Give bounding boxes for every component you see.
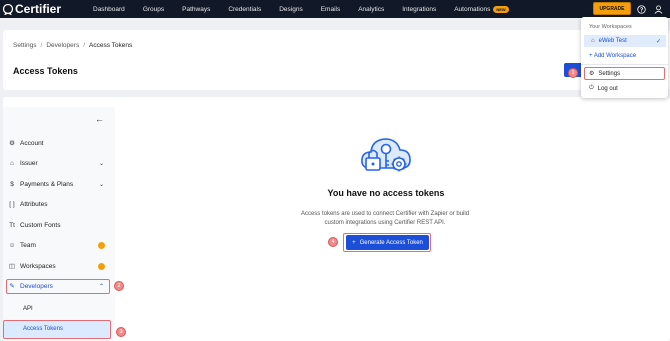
premium-badge-icon [98,241,105,249]
nav-designs[interactable]: Designs [279,6,302,13]
sidebar-item-workspaces[interactable]: ◫ Workspaces [8,259,110,273]
dropdown-logout-label: Log out [597,85,618,92]
empty-state-description: Access tokens are used to connect Certif… [300,211,470,226]
breadcrumb-settings[interactable]: Settings [13,42,37,49]
empty-state-title: You have no access tokens [327,188,445,198]
sidebar-item-label: Issuer [20,159,38,167]
user-icon[interactable] [653,4,663,14]
sidebar-item-custom-fonts[interactable]: Tt Custom Fonts [8,218,110,232]
team-icon: ☺ [8,241,16,249]
sidebar-item-attributes[interactable]: [ ] Attributes [8,197,110,211]
highlight-generate-button [343,233,431,252]
new-badge: NEW [493,5,509,13]
highlight-developers [6,279,110,294]
brand-name: Certifier [15,2,62,16]
sidebar-item-label: Team [20,241,36,249]
sidebar-item-account[interactable]: ⚙ Account [8,136,110,150]
breadcrumb-separator: / [83,42,86,49]
logo-icon [2,3,14,15]
nav-credentials[interactable]: Credentials [228,6,261,13]
breadcrumb-separator: / [40,42,43,49]
chevron-down-icon: ⌄ [98,181,104,188]
top-navbar: Certifier Dashboard Groups Pathways Cred… [0,0,670,18]
key-lock-cloud-icon [361,138,411,172]
sidebar-item-label: Account [20,139,44,147]
sidebar-item-label: Workspaces [20,262,56,270]
nav-integrations[interactable]: Integrations [402,6,436,13]
back-arrow-icon[interactable]: ← [95,114,104,124]
sidebar-item-label: Attributes [20,200,48,208]
dollar-icon: $ [10,180,14,188]
brackets-icon: [ ] [9,200,15,208]
nav-automations[interactable]: Automations NEW [454,5,509,13]
gear-icon: ⚙ [9,140,15,147]
certifier-logo[interactable]: Certifier [2,2,61,16]
nav-dashboard[interactable]: Dashboard [93,6,125,13]
sidebar-item-payments[interactable]: $ Payments & Plans ⌄ [8,177,110,191]
workspace-icon: ⌂ [591,38,595,44]
dropdown-divider [581,64,668,65]
breadcrumb-developers[interactable]: Developers [46,42,79,49]
dropdown-logout[interactable]: ⏻ Log out [589,85,618,92]
step-marker-2: 2 [114,281,124,291]
sidebar-item-issuer[interactable]: ⌂ Issuer ⌄ [8,156,110,170]
breadcrumb: Settings / Developers / Access Tokens [13,42,132,49]
sidebar-item-team[interactable]: ☺ Team [8,238,110,252]
page-title: Access Tokens [13,66,78,76]
step-marker-1: 1 [568,68,578,78]
nav-emails[interactable]: Emails [321,6,341,13]
nav-pathways[interactable]: Pathways [182,6,210,13]
sidebar-item-label: Custom Fonts [20,221,61,229]
nav-analytics[interactable]: Analytics [358,6,384,13]
workspace-name: eWeb Test [598,38,627,44]
step-marker-4: 4 [328,237,338,247]
sidebar-item-label: Payments & Plans [20,180,74,188]
step-marker-3: 3 [116,327,126,337]
dropdown-header: Your Workspaces [589,24,632,30]
workspace-dropdown-menu: Your Workspaces ⌂ eWeb Test ✓ + Add Work… [581,17,668,98]
page-header: Settings / Developers / Access Tokens Access… [3,30,670,90]
logout-icon: ⏻ [589,85,594,91]
nav-automations-label: Automations [454,5,491,13]
add-workspace-link[interactable]: + Add Workspace [589,53,636,59]
help-icon[interactable] [636,4,646,14]
chevron-down-icon: ⌄ [98,160,104,167]
text-icon: Tt [9,221,15,229]
bank-icon: ⌂ [10,159,14,167]
check-icon: ✓ [655,38,661,45]
premium-badge-icon [98,262,105,270]
highlight-settings [584,67,665,80]
breadcrumb-current: Access Tokens [89,42,133,49]
highlight-access-tokens [3,320,111,339]
upgrade-button[interactable]: UPGRADE [593,2,631,15]
sidebar-subitem-api[interactable]: API [23,306,33,312]
nav-groups[interactable]: Groups [143,6,164,13]
main-nav: Dashboard Groups Pathways Credentials De… [93,0,527,18]
workspace-item-eweb-test[interactable]: ⌂ eWeb Test ✓ [584,35,666,47]
workspace-icon: ◫ [8,263,16,270]
